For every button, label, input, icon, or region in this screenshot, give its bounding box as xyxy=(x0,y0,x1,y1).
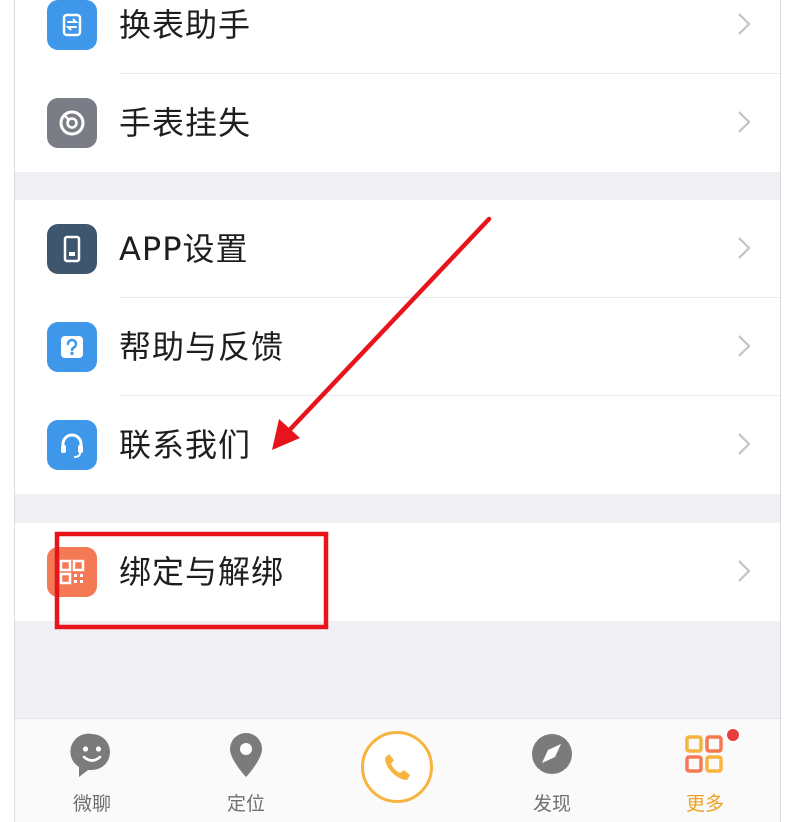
more-grid-icon xyxy=(685,735,723,773)
menu-item-contact-us[interactable]: 联系我们 xyxy=(15,396,780,494)
tab-chat[interactable]: 微聊 xyxy=(32,719,152,822)
menu-item-report-lost[interactable]: 手表挂失 xyxy=(15,74,780,172)
chevron-right-icon xyxy=(738,560,751,582)
menu-item-label: 帮助与反馈 xyxy=(119,328,285,366)
menu-item-label: APP设置 xyxy=(119,230,249,268)
menu-item-label: 换表助手 xyxy=(119,6,252,44)
call-button[interactable] xyxy=(361,731,433,803)
menu-item-label: 联系我们 xyxy=(119,426,252,464)
chevron-right-icon xyxy=(738,335,751,357)
menu-item-bind-unbind[interactable]: 绑定与解绑 xyxy=(15,523,780,621)
compass-icon xyxy=(532,734,572,774)
headset-icon xyxy=(47,420,97,470)
question-icon xyxy=(47,322,97,372)
menu-item-help-feedback[interactable]: 帮助与反馈 xyxy=(15,298,780,396)
menu-item-watch-swap[interactable]: 换表助手 xyxy=(15,0,780,74)
app-screen: 换表助手 手表挂失 APP设置 帮助与反馈 联系我们 绑定与解绑 微聊 定位 发… xyxy=(14,0,781,822)
menu-item-label: 手表挂失 xyxy=(119,104,252,142)
tab-label: 微聊 xyxy=(72,793,111,815)
report-lost-icon xyxy=(47,98,97,148)
watch-swap-icon xyxy=(47,0,97,50)
chevron-right-icon xyxy=(738,13,751,35)
location-pin-icon xyxy=(230,733,262,777)
phone-settings-icon xyxy=(47,224,97,274)
settings-group-device: 换表助手 手表挂失 xyxy=(15,0,780,172)
chevron-right-icon xyxy=(738,433,751,455)
tab-location[interactable]: 定位 xyxy=(186,719,306,822)
menu-item-label: 绑定与解绑 xyxy=(119,553,285,591)
notification-badge xyxy=(725,727,741,743)
bottom-tab-bar: 微聊 定位 发现 更多 xyxy=(15,718,780,822)
chevron-right-icon xyxy=(738,111,751,133)
qr-code-icon xyxy=(47,547,97,597)
tab-label: 发现 xyxy=(532,793,571,815)
menu-item-app-settings[interactable]: APP设置 xyxy=(15,200,780,298)
tab-more[interactable]: 更多 xyxy=(645,719,765,822)
tab-discover[interactable]: 发现 xyxy=(492,719,612,822)
tab-label: 定位 xyxy=(226,793,265,815)
chat-face-icon xyxy=(70,733,110,777)
settings-group-app: APP设置 帮助与反馈 联系我们 xyxy=(15,200,780,494)
phone-call-icon xyxy=(385,754,410,780)
tab-label: 更多 xyxy=(685,793,724,815)
chevron-right-icon xyxy=(738,237,751,259)
settings-group-binding: 绑定与解绑 xyxy=(15,523,780,621)
